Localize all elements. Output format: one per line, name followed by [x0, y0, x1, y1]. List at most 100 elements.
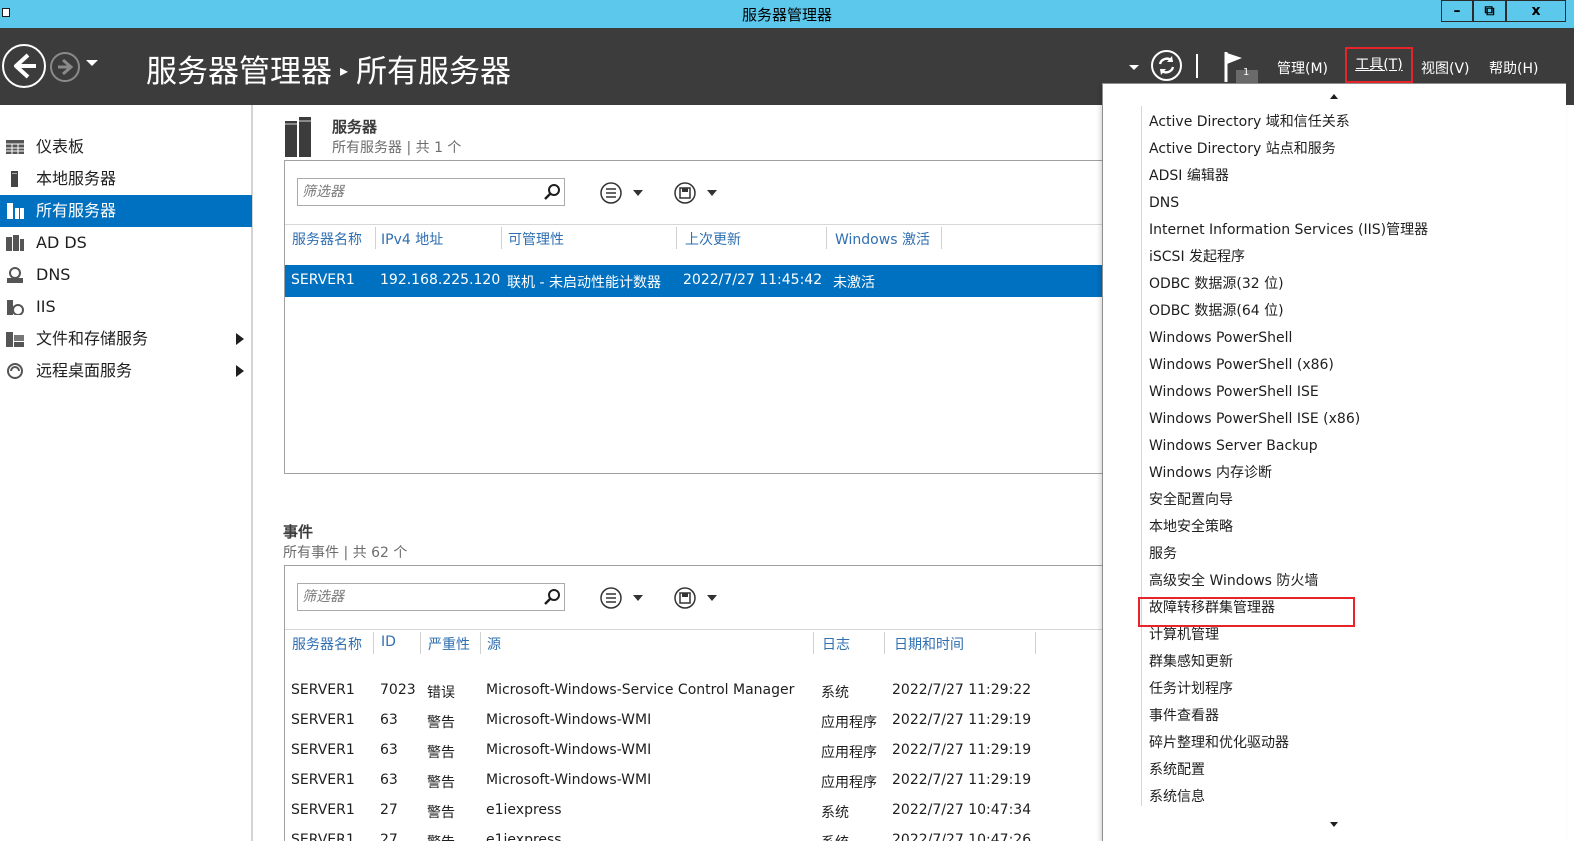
menu-item-dns[interactable]: DNS — [1149, 190, 1549, 217]
column-separator[interactable] — [373, 632, 374, 654]
menu-item-memory-diagnostic[interactable]: Windows 内存诊断 — [1149, 460, 1549, 487]
column-header-log[interactable]: 日志 — [822, 634, 850, 654]
column-header-server-name[interactable]: 服务器名称 — [292, 229, 362, 249]
column-separator[interactable] — [480, 632, 481, 654]
menu-item-computer-management[interactable]: 计算机管理 — [1149, 622, 1549, 649]
sidebar-item-label: 远程桌面服务 — [36, 361, 133, 380]
menu-item-iis-manager[interactable]: Internet Information Services (IIS)管理器 — [1149, 217, 1549, 244]
column-header-windows-activation[interactable]: Windows 激活 — [835, 229, 930, 249]
expand-arrow-icon[interactable] — [236, 333, 244, 345]
menu-item-server-backup[interactable]: Windows Server Backup — [1149, 433, 1549, 460]
menu-item-odbc-64[interactable]: ODBC 数据源(64 位) — [1149, 298, 1549, 325]
menu-item-powershell-ise-x86[interactable]: Windows PowerShell ISE (x86) — [1149, 406, 1549, 433]
sidebar-item-local-server[interactable]: 本地服务器 — [0, 163, 252, 195]
menu-item-local-security-policy[interactable]: 本地安全策略 — [1149, 514, 1549, 541]
column-separator[interactable] — [1035, 632, 1036, 654]
column-separator[interactable] — [884, 632, 885, 654]
column-header-ipv4[interactable]: IPv4 地址 — [381, 229, 443, 249]
menu-item-defragment-drives[interactable]: 碎片整理和优化驱动器 — [1149, 730, 1549, 757]
menu-item-system-configuration[interactable]: 系统配置 — [1149, 757, 1549, 784]
column-header-server-name[interactable]: 服务器名称 — [292, 634, 362, 654]
menu-item-ad-sites-services[interactable]: Active Directory 站点和服务 — [1149, 136, 1549, 163]
column-header-date-time[interactable]: 日期和时间 — [894, 634, 964, 654]
sidebar-item-file-storage[interactable]: 文件和存储服务 — [0, 323, 252, 355]
menu-item-powershell[interactable]: Windows PowerShell — [1149, 325, 1549, 352]
table-row-selected[interactable]: SERVER1 192.168.225.120 联机 - 未启动性能计数器 20… — [285, 265, 1103, 297]
refresh-button[interactable] — [1151, 50, 1182, 81]
sidebar-item-dns[interactable]: DNS — [0, 259, 252, 291]
column-separator[interactable] — [826, 227, 827, 249]
table-row[interactable]: SERVER1 27 警告 e1iexpress 系统 2022/7/27 10… — [285, 826, 1103, 841]
menu-item-powershell-ise[interactable]: Windows PowerShell ISE — [1149, 379, 1549, 406]
search-icon[interactable] — [544, 183, 562, 201]
sidebar-item-iis[interactable]: IIS — [0, 291, 252, 323]
menu-item-task-scheduler[interactable]: 任务计划程序 — [1149, 676, 1549, 703]
server-name-cell: SERVER1 — [291, 832, 355, 841]
sidebar-item-label: 本地服务器 — [36, 169, 117, 188]
table-row[interactable]: SERVER1 7023 错误 Microsoft-Windows-Servic… — [285, 676, 1103, 706]
menu-item-event-viewer[interactable]: 事件查看器 — [1149, 703, 1549, 730]
minimize-button[interactable]: – — [1441, 0, 1473, 22]
menu-item-adsi-edit[interactable]: ADSI 编辑器 — [1149, 163, 1549, 190]
events-section-title: 事件 — [283, 523, 314, 541]
menu-manage[interactable]: 管理(M) — [1277, 58, 1328, 78]
arrow-left-icon — [14, 53, 36, 79]
menu-item-odbc-32[interactable]: ODBC 数据源(32 位) — [1149, 271, 1549, 298]
menu-item-services[interactable]: 服务 — [1149, 541, 1549, 568]
scroll-up-icon[interactable] — [1330, 94, 1338, 99]
remote-desktop-icon — [7, 363, 23, 379]
sidebar-item-remote-desktop[interactable]: 远程桌面服务 — [0, 355, 252, 387]
table-row[interactable]: SERVER1 63 警告 Microsoft-Windows-WMI 应用程序… — [285, 706, 1103, 736]
table-row[interactable]: SERVER1 63 警告 Microsoft-Windows-WMI 应用程序… — [285, 736, 1103, 766]
menu-item-ad-domains-trusts[interactable]: Active Directory 域和信任关系 — [1149, 109, 1549, 136]
close-button[interactable]: x — [1506, 0, 1566, 22]
menu-item-failover-cluster-manager[interactable]: 故障转移群集管理器 — [1149, 595, 1549, 622]
menu-tools[interactable]: 工具(T) — [1345, 47, 1413, 83]
list-options-button[interactable] — [599, 181, 645, 205]
column-separator[interactable] — [501, 227, 502, 249]
column-header-manageability[interactable]: 可管理性 — [508, 229, 564, 249]
search-icon[interactable] — [544, 588, 562, 606]
expand-arrow-icon[interactable] — [236, 365, 244, 377]
scroll-down-icon[interactable] — [1330, 822, 1338, 827]
breadcrumb-root[interactable]: 服务器管理器 — [146, 54, 332, 90]
list-options-button[interactable] — [599, 586, 645, 610]
column-separator[interactable] — [813, 632, 814, 654]
history-dropdown-icon[interactable] — [86, 60, 98, 66]
events-filter-input[interactable] — [302, 587, 532, 607]
column-header-id[interactable]: ID — [381, 634, 396, 650]
chevron-down-icon[interactable] — [1129, 65, 1139, 70]
column-header-last-update[interactable]: 上次更新 — [685, 229, 741, 249]
menu-item-iscsi-initiator[interactable]: iSCSI 发起程序 — [1149, 244, 1549, 271]
menu-item-cluster-aware-updating[interactable]: 群集感知更新 — [1149, 649, 1549, 676]
column-separator[interactable] — [375, 227, 376, 249]
column-separator[interactable] — [420, 632, 421, 654]
servers-filter-box[interactable] — [297, 178, 565, 206]
menu-item-firewall-advanced[interactable]: 高级安全 Windows 防火墙 — [1149, 568, 1549, 595]
sidebar-item-all-servers[interactable]: 所有服务器 — [0, 195, 252, 227]
menu-item-system-information[interactable]: 系统信息 — [1149, 784, 1549, 811]
save-query-button[interactable] — [673, 586, 719, 610]
save-query-button[interactable] — [673, 181, 719, 205]
sidebar-item-ad-ds[interactable]: AD DS — [0, 227, 252, 259]
menu-item-security-config-wizard[interactable]: 安全配置向导 — [1149, 487, 1549, 514]
menu-help[interactable]: 帮助(H) — [1489, 58, 1538, 78]
menu-view[interactable]: 视图(V) — [1421, 58, 1470, 78]
servers-tile-icon — [285, 117, 311, 157]
forward-button[interactable] — [50, 52, 80, 82]
sidebar-item-dashboard[interactable]: 仪表板 — [0, 131, 252, 163]
column-header-source[interactable]: 源 — [487, 634, 501, 654]
table-row[interactable]: SERVER1 27 警告 e1iexpress 系统 2022/7/27 10… — [285, 796, 1103, 826]
menu-item-powershell-x86[interactable]: Windows PowerShell (x86) — [1149, 352, 1549, 379]
severity-cell: 警告 — [427, 805, 455, 821]
column-separator[interactable] — [941, 227, 942, 249]
breadcrumb: 服务器管理器 ▸ 所有服务器 — [146, 46, 511, 91]
events-filter-box[interactable] — [297, 583, 565, 611]
notifications-flag-icon[interactable]: 1 — [1222, 50, 1258, 84]
column-separator[interactable] — [676, 227, 677, 249]
back-button[interactable] — [2, 44, 46, 88]
column-header-severity[interactable]: 严重性 — [428, 634, 470, 654]
restore-button[interactable]: ⧉ — [1473, 0, 1506, 22]
servers-filter-input[interactable] — [302, 182, 532, 202]
table-row[interactable]: SERVER1 63 警告 Microsoft-Windows-WMI 应用程序… — [285, 766, 1103, 796]
